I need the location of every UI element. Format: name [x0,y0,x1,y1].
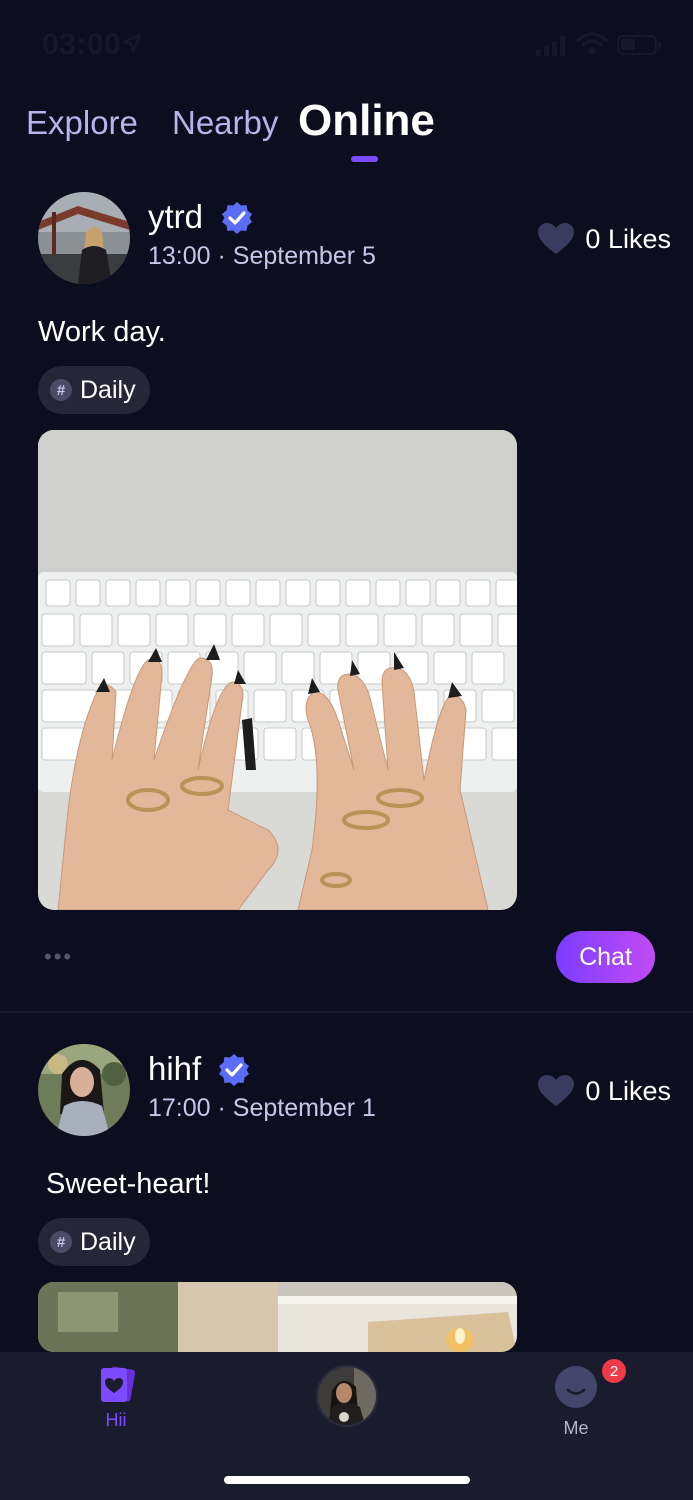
tab-nearby[interactable]: Nearby [172,104,278,142]
heart-icon [538,1075,575,1106]
more-options-icon[interactable]: ••• [44,944,73,970]
like-button[interactable]: 0 Likes [537,1074,671,1108]
tab-online[interactable]: Online [298,96,435,146]
username[interactable]: ytrd [148,198,203,236]
verified-badge-icon [219,1054,249,1086]
signal-icon [536,36,565,56]
post-image[interactable] [38,1282,517,1352]
likes-count: 0 [585,223,601,254]
chat-button[interactable]: Chat [556,931,655,983]
post-text: Sweet-heart! [46,1168,211,1200]
home-indicator [224,1476,470,1484]
nav-hii[interactable]: Hii [88,1366,144,1431]
tag-label: Daily [80,375,136,404]
location-arrow-icon [122,33,142,53]
topic-tag[interactable]: # Daily [38,366,150,414]
status-time: 03:00 [42,28,122,61]
smile-icon [555,1366,597,1408]
post-text: Work day. [38,316,166,348]
hashtag-icon: # [50,379,72,401]
avatar[interactable] [38,192,130,284]
active-tab-indicator [351,156,378,162]
battery-icon [617,35,661,55]
wifi-icon [576,32,608,55]
nav-center-avatar[interactable] [316,1365,378,1427]
heart-icon [538,223,575,254]
post-timestamp: 13:00 · September 5 [148,242,376,270]
post-image[interactable] [38,430,517,910]
username[interactable]: hihf [148,1050,201,1088]
post-timestamp: 17:00 · September 1 [148,1094,376,1122]
tag-label: Daily [80,1227,136,1256]
likes-label: Likes [607,1075,671,1106]
notification-badge: 2 [602,1359,626,1383]
status-bar: 03:00 [0,0,693,92]
likes-count: 0 [585,1075,601,1106]
verified-badge-icon [222,202,252,234]
like-button[interactable]: 0 Likes [537,222,671,256]
cards-heart-icon [101,1366,136,1402]
avatar[interactable] [38,1044,130,1136]
tab-explore[interactable]: Explore [26,104,138,142]
topic-tag[interactable]: # Daily [38,1218,150,1266]
nav-hii-label: Hii [105,1410,127,1430]
post-divider [0,1011,693,1013]
nav-me-label: Me [563,1418,589,1438]
nav-me[interactable]: Me [546,1366,606,1439]
likes-label: Likes [607,223,671,254]
hashtag-icon: # [50,1231,72,1253]
